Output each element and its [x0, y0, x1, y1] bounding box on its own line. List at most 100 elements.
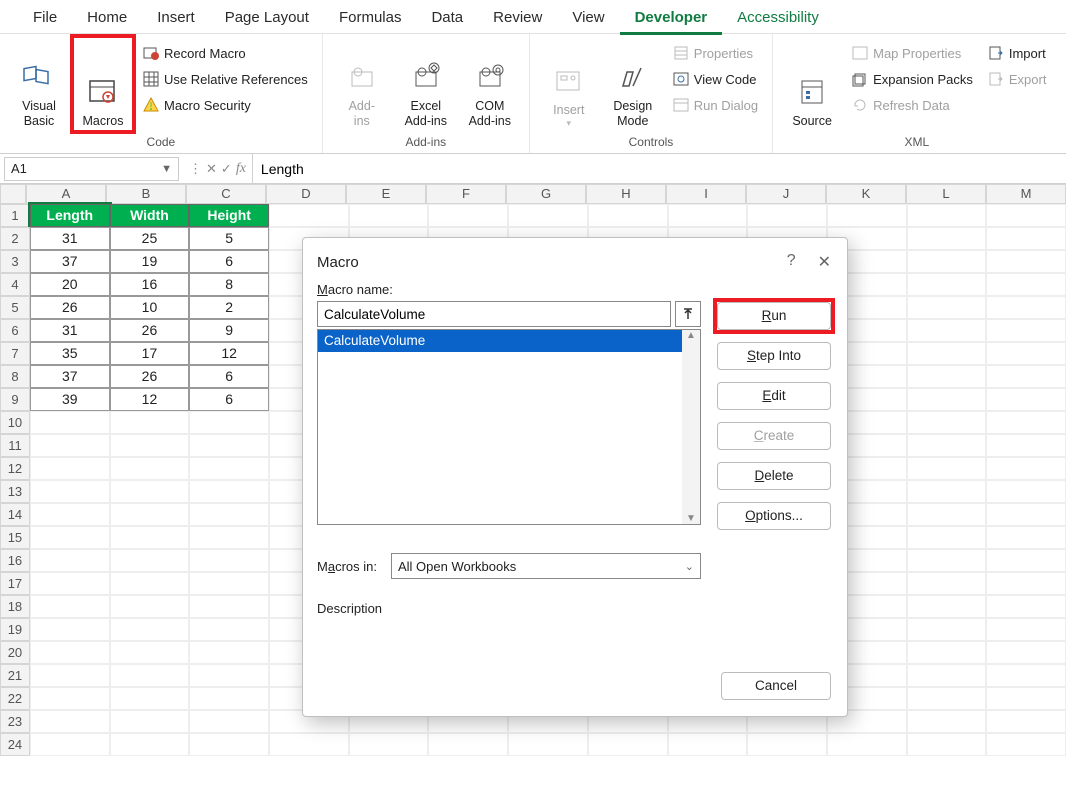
cell[interactable] [508, 204, 588, 227]
cell[interactable] [110, 664, 190, 687]
tab-accessibility[interactable]: Accessibility [722, 5, 834, 35]
list-scrollbar[interactable]: ▲▼ [682, 330, 700, 524]
cell[interactable]: 12 [110, 388, 190, 411]
cell[interactable] [189, 572, 269, 595]
cell[interactable] [428, 204, 508, 227]
cell[interactable] [110, 549, 190, 572]
cell[interactable] [30, 733, 110, 756]
row-header[interactable]: 5 [0, 296, 30, 319]
expansion-packs-button[interactable]: Expansion Packs [847, 68, 977, 90]
cell[interactable]: 17 [110, 342, 190, 365]
cell[interactable]: 37 [30, 365, 110, 388]
tab-page-layout[interactable]: Page Layout [210, 5, 324, 35]
cell[interactable] [986, 250, 1066, 273]
cell[interactable] [110, 572, 190, 595]
cell[interactable] [30, 434, 110, 457]
design-mode-button[interactable]: Design Mode [604, 38, 662, 130]
cancel-button[interactable]: Cancel [721, 672, 831, 700]
map-properties-button[interactable]: Map Properties [847, 42, 977, 64]
cell[interactable]: 25 [110, 227, 190, 250]
row-header[interactable]: 19 [0, 618, 30, 641]
cell[interactable]: 35 [30, 342, 110, 365]
column-header[interactable]: G [506, 184, 586, 204]
help-icon[interactable]: ? [787, 252, 796, 272]
row-header[interactable]: 12 [0, 457, 30, 480]
cell[interactable] [907, 480, 987, 503]
cell[interactable] [110, 434, 190, 457]
cell[interactable] [986, 733, 1066, 756]
macros-in-select[interactable]: All Open Workbooks ⌄ [391, 553, 701, 579]
row-header[interactable]: 9 [0, 388, 30, 411]
formula-input[interactable] [253, 154, 1066, 183]
cell[interactable] [110, 480, 190, 503]
row-header[interactable]: 1 [0, 204, 30, 227]
cell[interactable] [30, 641, 110, 664]
cell[interactable] [986, 365, 1066, 388]
cell[interactable] [30, 549, 110, 572]
column-header[interactable]: K [826, 184, 906, 204]
cell[interactable] [269, 733, 349, 756]
cell[interactable] [907, 618, 987, 641]
fx-icon[interactable]: fx [236, 161, 246, 177]
row-header[interactable]: 3 [0, 250, 30, 273]
cell[interactable] [907, 572, 987, 595]
export-button[interactable]: Export [983, 68, 1051, 90]
cell[interactable]: Height [189, 204, 269, 227]
cell[interactable] [907, 342, 987, 365]
macro-list-item[interactable]: CalculateVolume [318, 330, 700, 352]
row-header[interactable]: 24 [0, 733, 30, 756]
cell[interactable] [110, 503, 190, 526]
row-header[interactable]: 15 [0, 526, 30, 549]
import-button[interactable]: Import [983, 42, 1051, 64]
column-header[interactable]: H [586, 184, 666, 204]
cell[interactable]: 9 [189, 319, 269, 342]
cell[interactable]: 20 [30, 273, 110, 296]
cell[interactable] [668, 733, 748, 756]
cell[interactable]: 26 [110, 319, 190, 342]
cell[interactable] [110, 687, 190, 710]
cell[interactable]: 31 [30, 227, 110, 250]
name-box[interactable]: A1 ▼ [4, 157, 179, 181]
row-header[interactable]: 22 [0, 687, 30, 710]
cell[interactable] [986, 618, 1066, 641]
cell[interactable] [30, 710, 110, 733]
cell[interactable] [189, 710, 269, 733]
scroll-up-icon[interactable]: ▲ [686, 330, 696, 341]
cell[interactable] [189, 503, 269, 526]
cell[interactable] [986, 388, 1066, 411]
cell[interactable] [907, 457, 987, 480]
column-header[interactable]: L [906, 184, 986, 204]
cell[interactable] [986, 549, 1066, 572]
column-header[interactable]: E [346, 184, 426, 204]
cell[interactable] [986, 572, 1066, 595]
tab-file[interactable]: File [18, 5, 72, 35]
more-icon[interactable]: ⋮ [189, 161, 202, 177]
insert-control-button[interactable]: Insert ▾ [540, 38, 598, 130]
cell[interactable]: 6 [189, 250, 269, 273]
macro-listbox[interactable]: CalculateVolume ▲▼ [317, 329, 701, 525]
tab-data[interactable]: Data [416, 5, 478, 35]
cell[interactable] [907, 710, 987, 733]
cell[interactable] [668, 204, 748, 227]
com-addins-button[interactable]: COM Add-ins [461, 38, 519, 130]
delete-button[interactable]: Delete [717, 462, 831, 490]
cell[interactable]: 16 [110, 273, 190, 296]
edit-button[interactable]: Edit [717, 382, 831, 410]
cell[interactable] [986, 526, 1066, 549]
run-button[interactable]: Run [717, 302, 831, 330]
column-header[interactable]: C [186, 184, 266, 204]
cell[interactable] [189, 457, 269, 480]
cell[interactable]: 6 [189, 388, 269, 411]
cell[interactable]: 19 [110, 250, 190, 273]
cell[interactable] [907, 526, 987, 549]
cell[interactable]: 12 [189, 342, 269, 365]
cell[interactable] [986, 411, 1066, 434]
chevron-down-icon[interactable]: ▼ [161, 163, 172, 175]
row-header[interactable]: 2 [0, 227, 30, 250]
chevron-down-icon[interactable]: ⌄ [685, 560, 694, 573]
row-header[interactable]: 6 [0, 319, 30, 342]
column-header[interactable]: B [106, 184, 186, 204]
cell[interactable] [986, 227, 1066, 250]
macro-name-input[interactable] [317, 301, 671, 327]
cell[interactable] [189, 595, 269, 618]
